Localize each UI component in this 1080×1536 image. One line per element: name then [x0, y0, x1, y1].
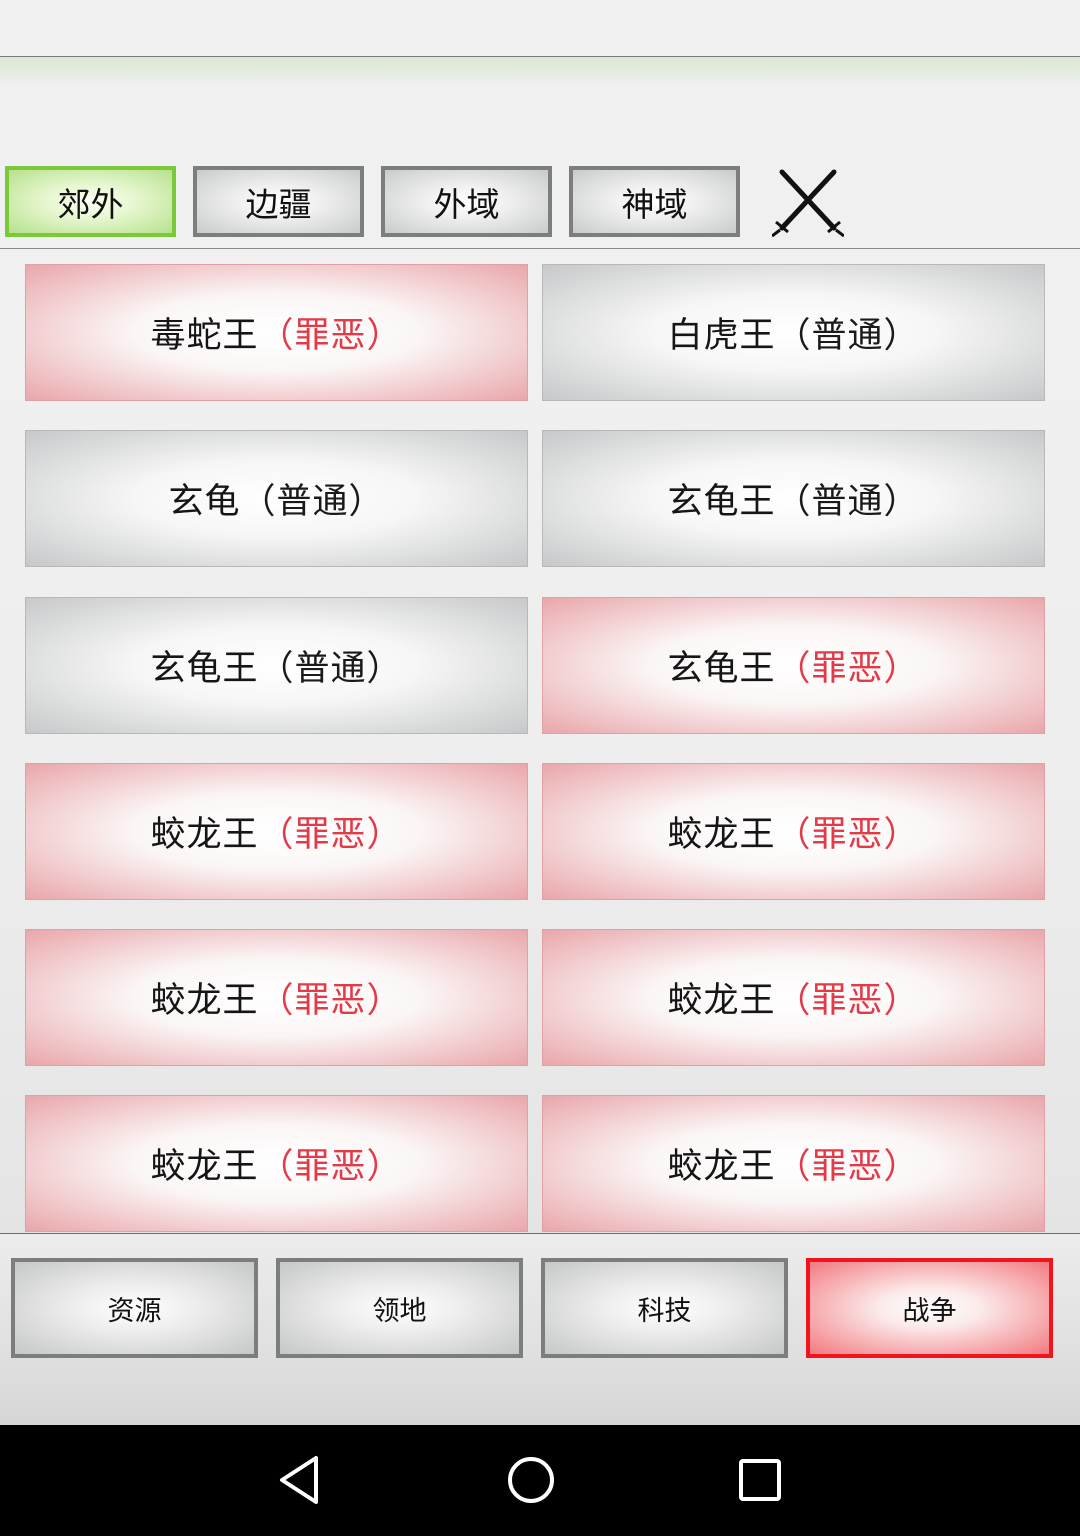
crossed-swords-icon[interactable] [771, 166, 845, 238]
target-name: 蛟龙王 [150, 981, 259, 1021]
nav-label: 科技 [637, 1295, 692, 1327]
tab-label: 郊外 [57, 184, 124, 224]
target-name: 玄龟王 [150, 649, 259, 689]
nav-label: 领地 [372, 1295, 427, 1327]
target-card[interactable]: 玄龟 （普通） [25, 430, 528, 567]
target-card[interactable]: 白虎王 （普通） [542, 264, 1045, 401]
home-circle-icon[interactable] [501, 1450, 561, 1510]
target-tag: （罪恶） [775, 815, 920, 855]
target-tag: （罪恶） [775, 649, 920, 689]
tab-outskirts[interactable]: 郊外 [5, 166, 176, 237]
target-tag: （罪恶） [258, 1147, 403, 1187]
recent-square-icon[interactable] [730, 1450, 790, 1510]
target-name: 白虎王 [667, 316, 776, 356]
target-card[interactable]: 玄龟王 （普通） [542, 430, 1045, 567]
target-card[interactable]: 毒蛇王 （罪恶） [25, 264, 528, 401]
target-list[interactable]: 毒蛇王 （罪恶） 白虎王 （普通） 玄龟 （普通） 玄龟王 （普通） 玄龟王 （普通） 玄… [0, 249, 1080, 1232]
back-triangle-icon[interactable] [270, 1450, 330, 1510]
nav-resources-button[interactable]: 资源 [11, 1258, 258, 1358]
target-card[interactable]: 玄龟王 （罪恶） [542, 597, 1045, 734]
tab-label: 神域 [621, 184, 688, 224]
target-name: 毒蛇王 [150, 316, 259, 356]
header-glow [0, 57, 1080, 87]
nav-territory-button[interactable]: 领地 [276, 1258, 523, 1358]
target-name: 蛟龙王 [150, 1147, 259, 1187]
tab-divine-domain[interactable]: 神域 [569, 166, 740, 237]
target-tag: （普通） [240, 482, 385, 522]
target-card[interactable]: 蛟龙王 （罪恶） [25, 929, 528, 1066]
target-name: 玄龟王 [667, 649, 776, 689]
target-tag: （罪恶） [258, 981, 403, 1021]
nav-war-button[interactable]: 战争 [806, 1258, 1053, 1358]
tab-frontier[interactable]: 边疆 [193, 166, 364, 237]
target-card[interactable]: 蛟龙王 （罪恶） [25, 763, 528, 900]
target-tag: （罪恶） [775, 981, 920, 1021]
target-card[interactable]: 蛟龙王 （罪恶） [25, 1095, 528, 1232]
target-tag: （普通） [775, 316, 920, 356]
target-tag: （普通） [775, 482, 920, 522]
target-tag: （罪恶） [775, 1147, 920, 1187]
tab-outer-domain[interactable]: 外域 [381, 166, 552, 237]
target-tag: （罪恶） [258, 815, 403, 855]
target-name: 玄龟 [168, 482, 241, 522]
region-tabs: 郊外 边疆 外域 神域 [0, 166, 1080, 238]
target-card[interactable]: 玄龟王 （普通） [25, 597, 528, 734]
target-name: 蛟龙王 [150, 815, 259, 855]
target-name: 蛟龙王 [667, 981, 776, 1021]
target-card[interactable]: 蛟龙王 （罪恶） [542, 929, 1045, 1066]
tab-label: 边疆 [245, 184, 312, 224]
target-card[interactable]: 蛟龙王 （罪恶） [542, 1095, 1045, 1232]
target-tag: （普通） [258, 649, 403, 689]
nav-label: 战争 [902, 1295, 957, 1327]
nav-label: 资源 [107, 1295, 162, 1327]
nav-technology-button[interactable]: 科技 [541, 1258, 788, 1358]
system-nav-bar [0, 1425, 1080, 1536]
target-tag: （罪恶） [258, 316, 403, 356]
target-name: 玄龟王 [667, 482, 776, 522]
tab-label: 外域 [433, 184, 500, 224]
target-card[interactable]: 蛟龙王 （罪恶） [542, 763, 1045, 900]
target-name: 蛟龙王 [667, 1147, 776, 1187]
target-name: 蛟龙王 [667, 815, 776, 855]
